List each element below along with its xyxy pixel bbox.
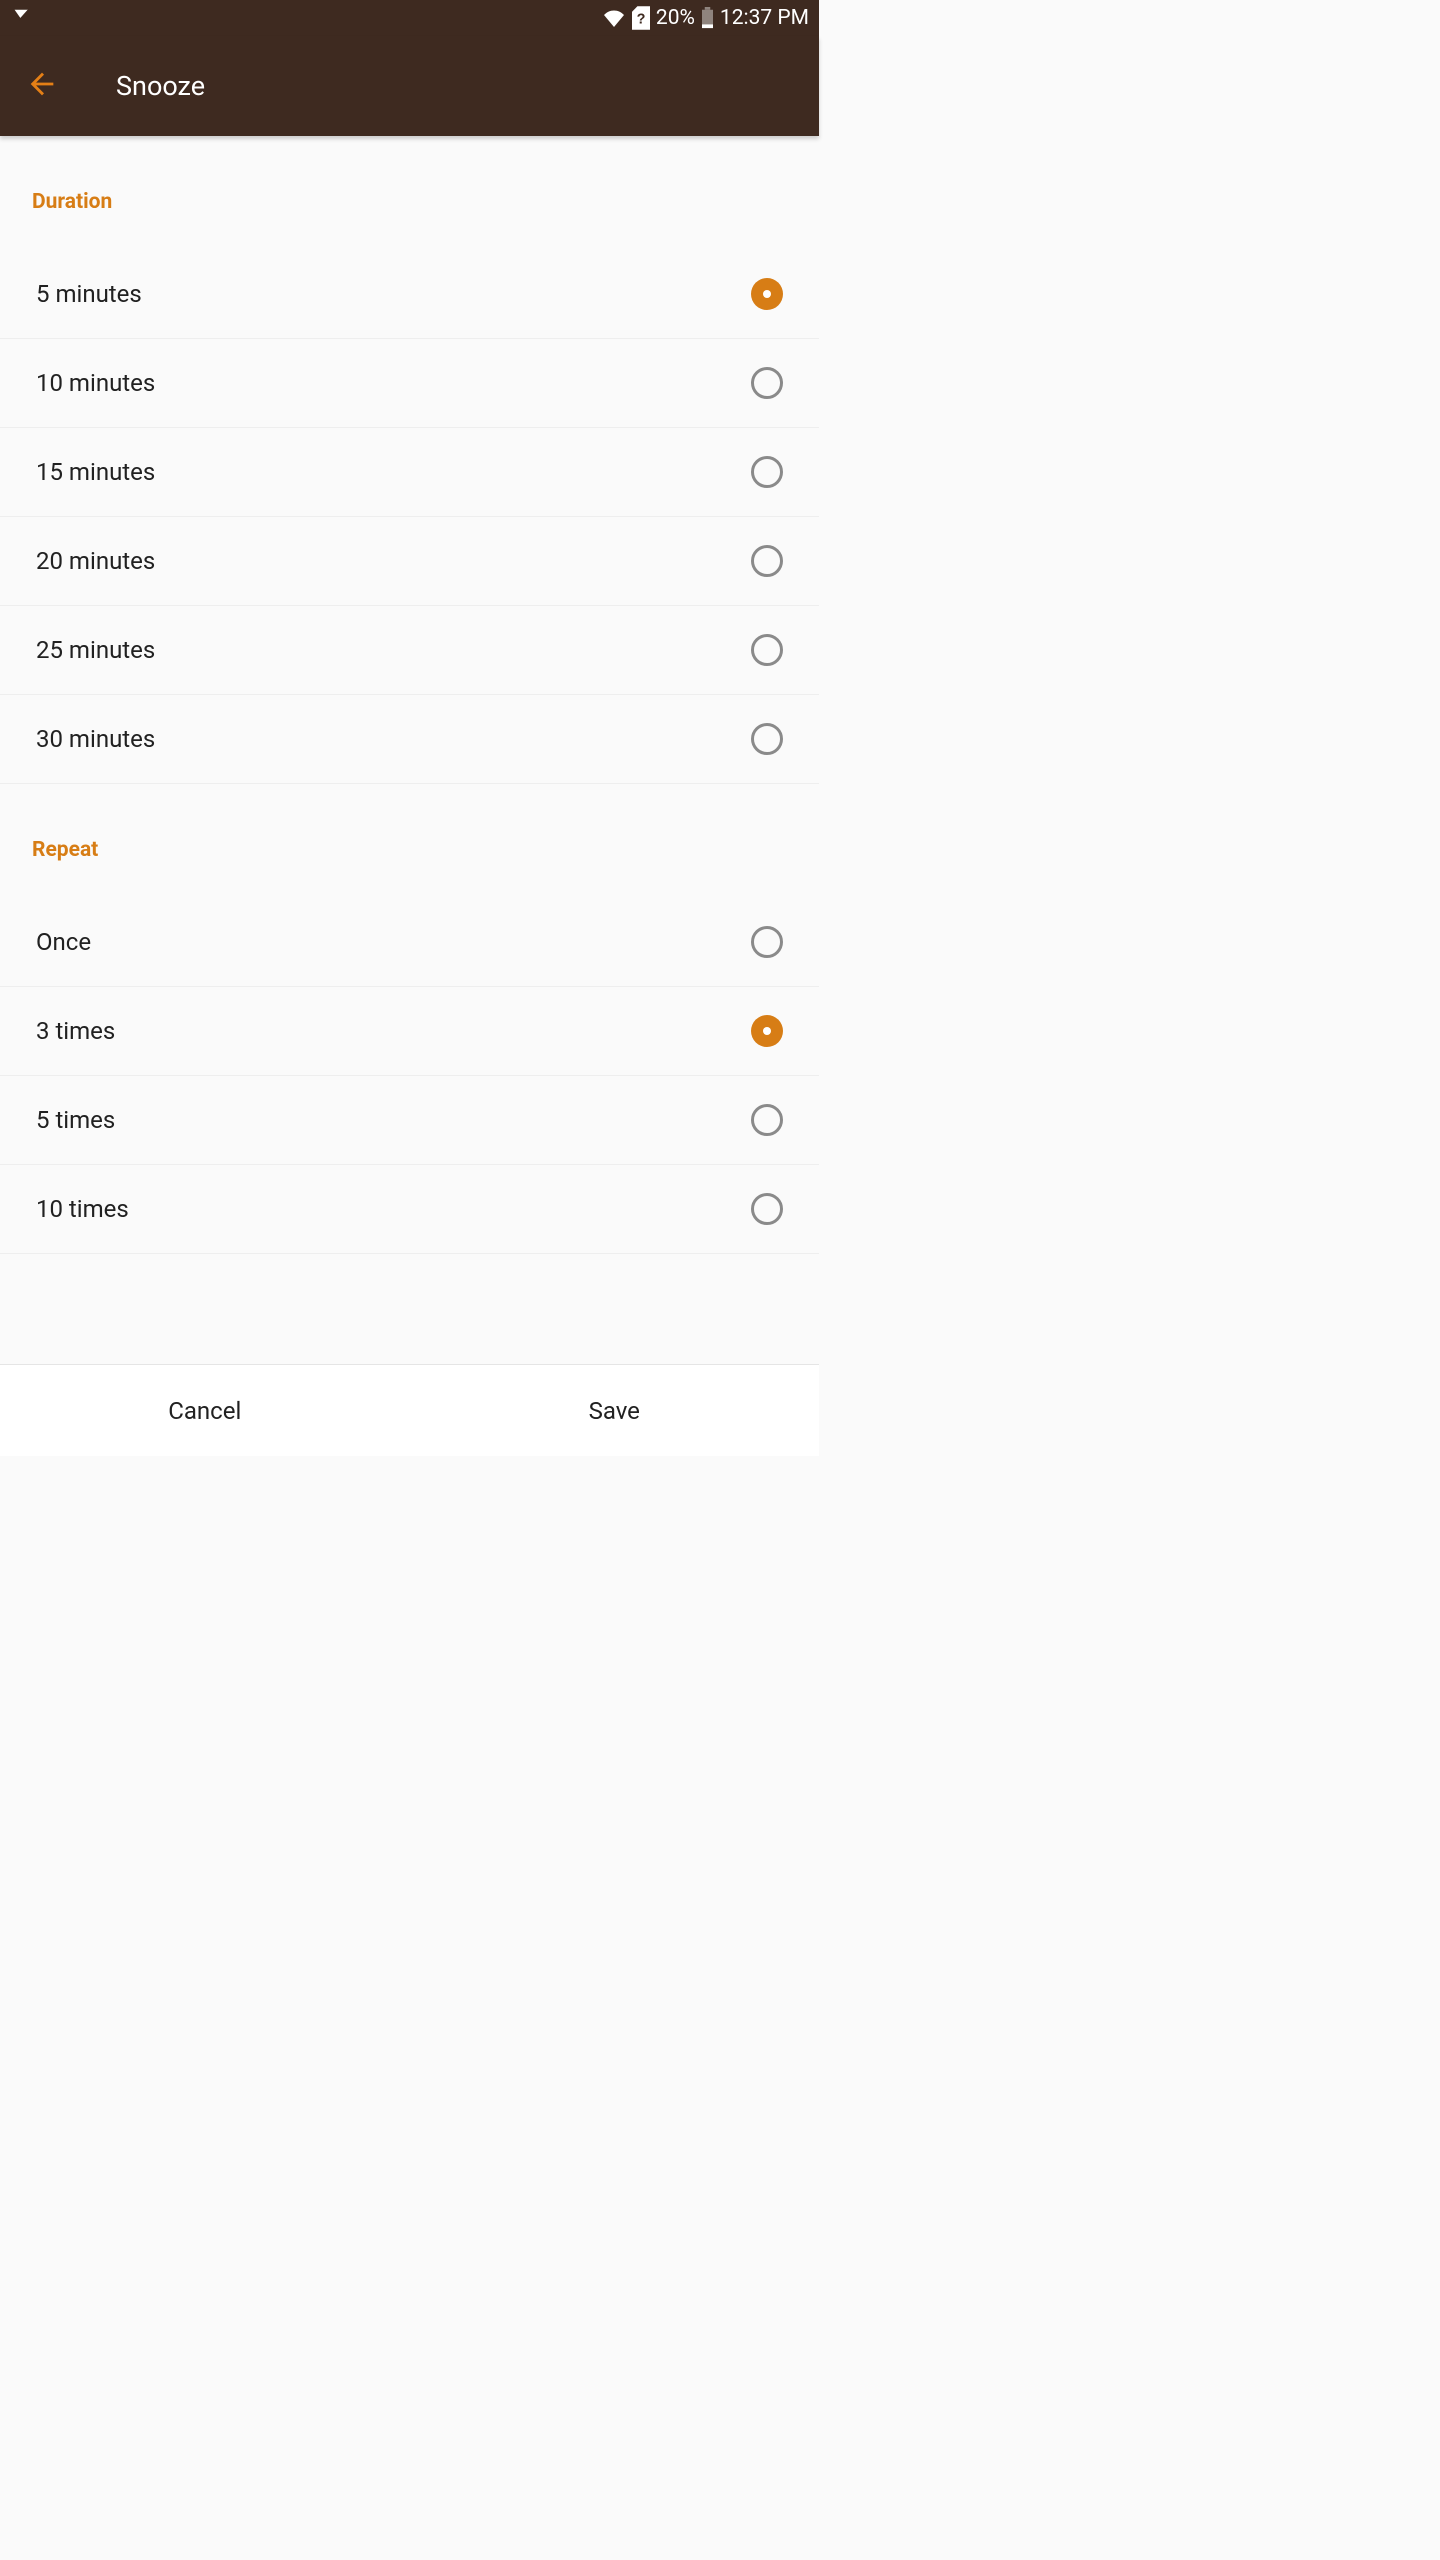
- repeat-option-once[interactable]: Once: [0, 898, 819, 987]
- back-arrow-icon: [25, 67, 59, 105]
- duration-option-30-minutes[interactable]: 30 minutes: [0, 695, 819, 784]
- duration-option-10-minutes[interactable]: 10 minutes: [0, 339, 819, 428]
- radio-selected-icon: [751, 1015, 783, 1047]
- radio-unselected-icon: [751, 545, 783, 577]
- back-button[interactable]: [18, 62, 66, 110]
- duration-option-15-minutes[interactable]: 15 minutes: [0, 428, 819, 517]
- wifi-icon: [602, 6, 626, 30]
- clock-text: 12:37 PM: [720, 6, 809, 30]
- repeat-option-3-times[interactable]: 3 times: [0, 987, 819, 1076]
- repeat-option-10-times[interactable]: 10 times: [0, 1165, 819, 1254]
- radio-unselected-icon: [751, 367, 783, 399]
- option-label: 5 times: [36, 1106, 751, 1134]
- duration-option-25-minutes[interactable]: 25 minutes: [0, 606, 819, 695]
- sim-unknown-icon: ?: [632, 6, 650, 30]
- duration-heading: Duration: [0, 136, 819, 250]
- app-notification-icon: [10, 7, 32, 29]
- option-label: 10 minutes: [36, 369, 751, 397]
- statusbar-right: ? 20% 12:37 PM: [602, 6, 809, 30]
- option-label: 30 minutes: [36, 725, 751, 753]
- option-label: Once: [36, 928, 751, 956]
- statusbar-left: [10, 7, 32, 29]
- repeat-option-5-times[interactable]: 5 times: [0, 1076, 819, 1165]
- battery-percentage-text: 20%: [656, 6, 695, 30]
- footer: Cancel Save: [0, 1364, 819, 1456]
- option-label: 15 minutes: [36, 458, 751, 486]
- radio-unselected-icon: [751, 456, 783, 488]
- option-label: 25 minutes: [36, 636, 751, 664]
- screen: ? 20% 12:37 PM Snooze: [0, 0, 819, 1456]
- option-label: 10 times: [36, 1195, 751, 1223]
- battery-icon: [701, 7, 714, 29]
- repeat-heading: Repeat: [0, 784, 819, 898]
- statusbar: ? 20% 12:37 PM: [0, 0, 819, 36]
- radio-unselected-icon: [751, 926, 783, 958]
- option-label: 3 times: [36, 1017, 751, 1045]
- svg-text:?: ?: [637, 11, 646, 27]
- appbar: Snooze: [0, 36, 819, 136]
- save-button[interactable]: Save: [410, 1365, 820, 1456]
- radio-unselected-icon: [751, 1104, 783, 1136]
- option-label: 20 minutes: [36, 547, 751, 575]
- radio-unselected-icon: [751, 1193, 783, 1225]
- radio-unselected-icon: [751, 723, 783, 755]
- duration-option-20-minutes[interactable]: 20 minutes: [0, 517, 819, 606]
- radio-selected-icon: [751, 278, 783, 310]
- duration-option-5-minutes[interactable]: 5 minutes: [0, 250, 819, 339]
- option-label: 5 minutes: [36, 280, 751, 308]
- radio-unselected-icon: [751, 634, 783, 666]
- cancel-button[interactable]: Cancel: [0, 1365, 410, 1456]
- page-title: Snooze: [116, 70, 205, 102]
- content-scroll[interactable]: Duration 5 minutes 10 minutes 15 minutes…: [0, 136, 819, 1364]
